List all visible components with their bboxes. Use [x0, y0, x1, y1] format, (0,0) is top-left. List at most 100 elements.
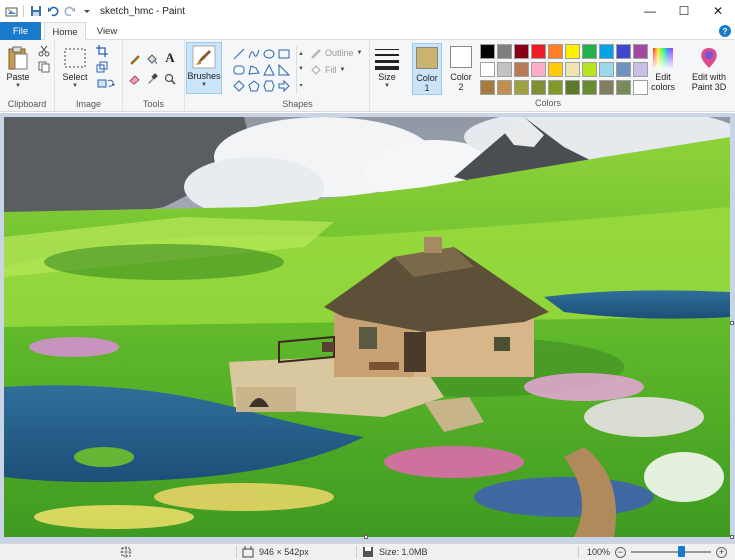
edit-colors-button[interactable]: Edit colors — [650, 44, 676, 92]
palette-swatch[interactable] — [514, 44, 529, 59]
resize-handle-right[interactable] — [730, 321, 734, 325]
cursor-position-cell — [120, 544, 132, 560]
palette-swatch[interactable] — [633, 80, 648, 95]
palette-swatch[interactable] — [582, 62, 597, 77]
redo-icon[interactable] — [63, 4, 77, 18]
color2-button[interactable]: Color 2 — [446, 43, 476, 95]
resize-handle-bottom[interactable] — [364, 535, 368, 539]
pentagon-shape-icon[interactable] — [246, 78, 261, 94]
scroll-up-icon[interactable]: ▲ — [298, 51, 304, 57]
palette-swatch[interactable] — [633, 62, 648, 77]
palette-swatch[interactable] — [599, 62, 614, 77]
palette-swatch[interactable] — [616, 62, 631, 77]
palette-swatch[interactable] — [497, 80, 512, 95]
ribbon: Paste ▼ Clipboard Select ▼ Image A Tools… — [0, 40, 735, 112]
select-button[interactable]: Select ▼ — [62, 44, 88, 90]
shapes-scroll[interactable]: ▲ ▼ ▾ — [296, 46, 305, 94]
right-arrow-shape-icon[interactable] — [276, 78, 291, 94]
zoom-out-button[interactable]: − — [615, 546, 627, 558]
expand-gallery-icon[interactable]: ▾ — [299, 82, 302, 89]
close-button[interactable]: ✕ — [701, 0, 735, 22]
diamond-shape-icon[interactable] — [231, 78, 246, 94]
palette-swatch[interactable] — [582, 44, 597, 59]
oval-shape-icon[interactable] — [261, 46, 276, 62]
palette-swatch[interactable] — [599, 80, 614, 95]
crop-icon[interactable] — [95, 44, 109, 58]
palette-swatch[interactable] — [480, 44, 495, 59]
shapes-group-label: Shapes — [282, 99, 313, 109]
color2-swatch — [450, 46, 472, 68]
palette-swatch[interactable] — [480, 80, 495, 95]
polygon-shape-icon[interactable] — [246, 62, 261, 78]
pencil-icon[interactable] — [128, 52, 142, 66]
save-icon[interactable] — [29, 4, 43, 18]
palette-swatch[interactable] — [497, 44, 512, 59]
outline-dropdown[interactable]: Outline ▼ — [310, 47, 362, 59]
rotate-icon[interactable] — [95, 76, 119, 90]
size-button[interactable]: Size ▼ — [374, 44, 400, 90]
dimensions-icon — [242, 546, 254, 558]
separator — [236, 546, 237, 558]
outline-label: Outline — [325, 48, 354, 58]
palette-swatch[interactable] — [565, 44, 580, 59]
palette-swatch[interactable] — [548, 62, 563, 77]
paint-app-icon[interactable] — [4, 4, 18, 18]
resize-icon[interactable] — [95, 60, 109, 74]
palette-swatch[interactable] — [548, 44, 563, 59]
text-tool-icon[interactable]: A — [163, 50, 177, 65]
resize-handle-corner[interactable] — [730, 535, 734, 539]
curve-shape-icon[interactable] — [246, 46, 261, 62]
color-picker-icon[interactable] — [145, 72, 159, 86]
fill-dropdown[interactable]: Fill ▼ — [310, 64, 345, 76]
edit-colors-label-line1: Edit — [655, 72, 671, 82]
zoom-in-button[interactable]: + — [716, 546, 728, 558]
magnifier-icon[interactable] — [163, 72, 177, 86]
customize-dropdown-icon[interactable] — [80, 4, 94, 18]
palette-swatch[interactable] — [565, 80, 580, 95]
cut-icon[interactable] — [37, 44, 51, 58]
palette-swatch[interactable] — [497, 62, 512, 77]
zoom-slider-thumb[interactable] — [677, 546, 685, 557]
palette-swatch[interactable] — [548, 80, 563, 95]
color-palette — [480, 44, 650, 98]
zoom-slider[interactable] — [631, 546, 712, 557]
undo-icon[interactable] — [46, 4, 60, 18]
help-icon[interactable]: ? — [719, 25, 731, 37]
color1-button[interactable]: Color 1 — [412, 43, 442, 95]
edit-with-paint3d-button[interactable]: Edit with Paint 3D — [686, 44, 732, 92]
palette-swatch[interactable] — [582, 80, 597, 95]
paste-button[interactable]: Paste ▼ — [5, 44, 31, 90]
palette-swatch[interactable] — [531, 80, 546, 95]
palette-swatch[interactable] — [531, 62, 546, 77]
eraser-icon[interactable] — [128, 72, 142, 86]
palette-swatch[interactable] — [531, 44, 546, 59]
right-triangle-shape-icon[interactable] — [276, 62, 291, 78]
file-size: Size: 1.0MB — [379, 547, 428, 557]
palette-swatch[interactable] — [633, 44, 648, 59]
tab-home[interactable]: Home — [44, 22, 86, 41]
color2-number: 2 — [458, 82, 464, 92]
scroll-down-icon[interactable]: ▼ — [298, 66, 304, 72]
palette-swatch[interactable] — [565, 62, 580, 77]
hexagon-shape-icon[interactable] — [261, 78, 276, 94]
rounded-rectangle-shape-icon[interactable] — [231, 62, 246, 78]
palette-swatch[interactable] — [616, 80, 631, 95]
palette-swatch[interactable] — [480, 62, 495, 77]
clipboard-group-label: Clipboard — [7, 99, 47, 109]
minimize-button[interactable]: — — [633, 0, 667, 22]
triangle-shape-icon[interactable] — [261, 62, 276, 78]
file-size-cell: Size: 1.0MB — [362, 544, 428, 560]
brushes-button[interactable]: Brushes ▼ — [186, 42, 222, 94]
copy-icon[interactable] — [37, 60, 51, 74]
palette-swatch[interactable] — [514, 62, 529, 77]
rectangle-shape-icon[interactable] — [276, 46, 291, 62]
maximize-button[interactable]: ☐ — [667, 0, 701, 22]
tab-view[interactable]: View — [88, 22, 126, 41]
line-shape-icon[interactable] — [231, 46, 246, 62]
fill-bucket-icon[interactable] — [145, 52, 159, 66]
tab-file[interactable]: File — [0, 22, 41, 40]
painting-canvas[interactable] — [4, 117, 730, 537]
palette-swatch[interactable] — [599, 44, 614, 59]
palette-swatch[interactable] — [514, 80, 529, 95]
palette-swatch[interactable] — [616, 44, 631, 59]
